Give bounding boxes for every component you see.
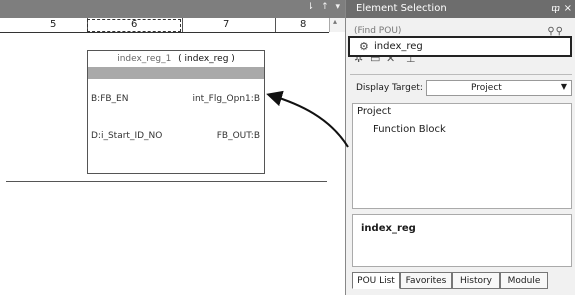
tab-history[interactable]: History xyxy=(452,272,500,289)
column-number: 5 xyxy=(50,19,57,30)
panel-title-bar: Element Selection ⴔ × xyxy=(346,0,575,18)
rung-separator xyxy=(6,181,327,182)
find-pou-placeholder: (Find POU) xyxy=(354,26,402,36)
column-cell: 7 xyxy=(182,18,275,32)
fb-output-pin[interactable]: FB_OUT:B xyxy=(217,131,260,141)
selected-column-marker xyxy=(87,19,181,32)
element-detail-box: index_reg xyxy=(352,214,572,267)
tab-pou-list[interactable]: POU List xyxy=(352,272,400,289)
function-block-icon: ⚙ xyxy=(359,40,369,53)
tree-item-index-reg[interactable]: ⚙ index_reg xyxy=(348,36,572,57)
function-block[interactable]: index_reg_1 ( index_reg ) B:FB_EN int_Fl… xyxy=(87,50,265,174)
program-editor[interactable]: ⇂ ↑ ▾ 5 6 7 8 ▴ index_reg_1 ( index_reg … xyxy=(0,0,346,295)
column-number: 8 xyxy=(300,19,307,30)
function-block-header: index_reg_1 ( index_reg ) xyxy=(88,51,264,67)
tab-favorites[interactable]: Favorites xyxy=(400,272,452,289)
scroll-up-icon[interactable]: ▴ xyxy=(333,17,337,26)
chevron-down-icon[interactable]: ▼ xyxy=(561,82,567,91)
tree-item-label: index_reg xyxy=(374,41,423,52)
panel-divider xyxy=(350,74,572,75)
fb-header-band xyxy=(88,67,264,79)
fb-input-pin[interactable]: D:i_Start_ID_NO xyxy=(91,131,162,141)
element-tree[interactable]: Project Function Block xyxy=(352,103,572,209)
column-number: 7 xyxy=(223,19,230,30)
tree-item-project[interactable]: Project xyxy=(357,106,391,117)
display-target-label: Display Target: xyxy=(356,83,423,93)
editor-title-bar: ⇂ ↑ ▾ xyxy=(0,0,345,18)
editor-window-buttons[interactable]: ⇂ ↑ ▾ xyxy=(307,2,342,12)
fb-output-pin[interactable]: int_Flg_Opn1:B xyxy=(192,94,260,104)
column-cell: 5 xyxy=(0,18,86,32)
display-target-value: Project xyxy=(471,83,502,93)
panel-title: Element Selection xyxy=(356,3,447,14)
panel-tabs: POU List Favorites History Module xyxy=(352,272,572,290)
tree-item-function-block[interactable]: Function Block xyxy=(373,124,446,135)
display-target-row: Display Target: Project ▼ xyxy=(356,80,572,98)
tab-module[interactable]: Module xyxy=(500,272,548,289)
close-icon[interactable]: × xyxy=(564,0,572,18)
column-cell: 8 xyxy=(275,18,330,32)
fb-type-name: ( index_reg ) xyxy=(178,54,235,64)
pin-icon[interactable]: ⴔ xyxy=(551,0,560,18)
element-selection-panel: Element Selection ⴔ × (Find POU) ⚲⚲ ✲ ▭ … xyxy=(345,0,575,295)
fb-input-pin[interactable]: B:FB_EN xyxy=(91,94,128,104)
fb-instance-name: index_reg_1 xyxy=(117,54,172,64)
display-target-select[interactable]: Project ▼ xyxy=(426,80,572,96)
vertical-scrollbar[interactable]: ▴ xyxy=(329,17,346,32)
detail-element-name: index_reg xyxy=(361,223,416,234)
